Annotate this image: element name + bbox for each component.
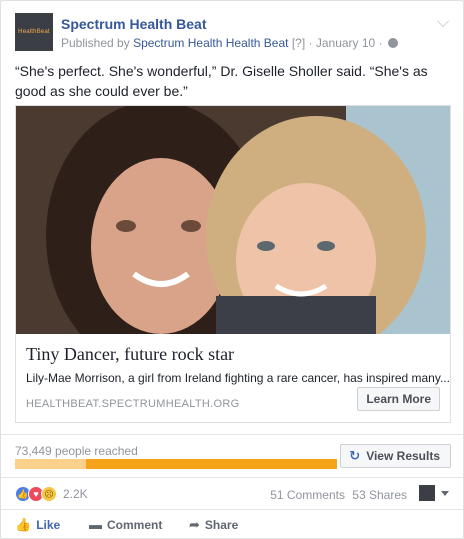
preview-domain: HEALTHBEAT.SPECTRUMHEALTH.ORG bbox=[26, 398, 240, 410]
reach-organic-fill bbox=[15, 459, 86, 469]
preview-image[interactable] bbox=[16, 106, 450, 334]
sad-icon: ☹ bbox=[41, 486, 57, 502]
refresh-icon: ↻ bbox=[349, 448, 361, 463]
post-card: HealthBeat Spectrum Health Beat Publishe… bbox=[0, 0, 464, 539]
post-header: HealthBeat Spectrum Health Beat Publishe… bbox=[15, 13, 449, 53]
chevron-down-icon[interactable] bbox=[441, 491, 449, 496]
preview-title[interactable]: Tiny Dancer, future rock star bbox=[26, 344, 440, 365]
comment-icon: ▬ bbox=[89, 517, 102, 532]
published-by-prefix: Published by bbox=[61, 36, 130, 50]
reach-label: 73,449 people reached bbox=[15, 444, 138, 458]
divider bbox=[1, 477, 463, 478]
globe-icon bbox=[387, 38, 398, 48]
reach-bar bbox=[15, 459, 337, 469]
chevron-down-icon[interactable] bbox=[437, 15, 449, 27]
view-results-label: View Results bbox=[366, 449, 440, 463]
link-preview[interactable]: Tiny Dancer, future rock star Lily-Mae M… bbox=[15, 105, 451, 423]
page-selector-avatar[interactable] bbox=[419, 485, 435, 501]
share-button[interactable]: ➦ Share bbox=[189, 517, 238, 533]
meta-separator: · bbox=[378, 36, 383, 50]
thumbs-up-icon: 👍 bbox=[15, 517, 32, 532]
comment-button[interactable]: ▬ Comment bbox=[89, 517, 162, 532]
action-bar: 👍 Like ▬ Comment ➦ Share bbox=[1, 513, 464, 537]
divider bbox=[1, 434, 463, 435]
share-arrow-icon: ➦ bbox=[189, 517, 200, 532]
engagement-counts: 51 Comments 53 Shares bbox=[270, 488, 407, 502]
page-logo-text: HealthBeat bbox=[18, 29, 50, 35]
page-avatar[interactable]: HealthBeat bbox=[15, 13, 53, 51]
share-label: Share bbox=[204, 518, 239, 532]
comment-label: Comment bbox=[107, 518, 163, 532]
like-label: Like bbox=[36, 518, 61, 532]
shares-count[interactable]: 53 Shares bbox=[352, 488, 407, 502]
comments-count[interactable]: 51 Comments bbox=[270, 488, 345, 502]
post-text: “She's perfect. She's wonderful,” Dr. Gi… bbox=[15, 63, 428, 99]
like-button[interactable]: 👍 Like bbox=[15, 517, 60, 533]
post-date[interactable]: January 10 bbox=[316, 36, 375, 50]
publisher-link[interactable]: Spectrum Health Health Beat bbox=[133, 36, 288, 50]
post-meta: Published by Spectrum Health Health Beat… bbox=[61, 36, 398, 50]
preview-description: Lily-Mae Morrison, a girl from Ireland f… bbox=[26, 371, 450, 385]
help-marker[interactable]: [?] bbox=[292, 36, 305, 50]
preview-body: Tiny Dancer, future rock star Lily-Mae M… bbox=[26, 344, 450, 385]
view-results-button[interactable]: ↻ View Results bbox=[340, 444, 451, 468]
page-name-link[interactable]: Spectrum Health Beat bbox=[61, 16, 206, 32]
reactions-count: 2.2K bbox=[63, 487, 88, 501]
meta-separator: · bbox=[308, 36, 313, 50]
learn-more-button[interactable]: Learn More bbox=[357, 387, 440, 411]
divider bbox=[1, 509, 463, 510]
preview-photo-illustration bbox=[16, 106, 450, 334]
